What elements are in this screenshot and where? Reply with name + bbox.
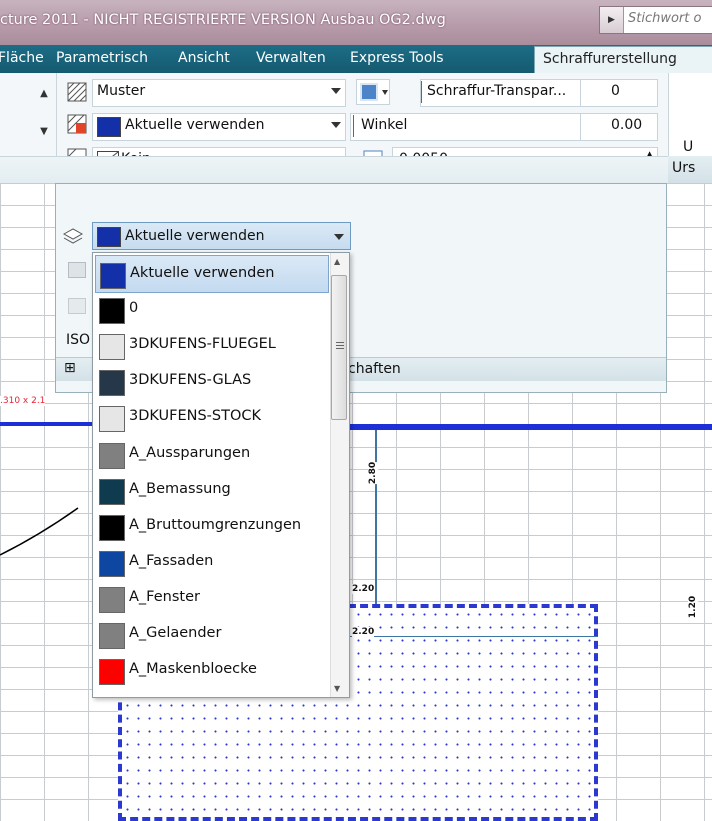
layer-name: 0 bbox=[129, 300, 139, 317]
grip-icon bbox=[336, 342, 344, 343]
layer-list-item[interactable]: A_Bemassung bbox=[95, 472, 327, 508]
tab-schraffurerstellung-label: Schraffurerstellung bbox=[543, 51, 677, 67]
layer-list-item[interactable]: 3DKUFENS-GLAS bbox=[95, 363, 327, 399]
pin-icon[interactable]: ⊞ bbox=[64, 360, 76, 376]
title-bar: cture 2011 - NICHT REGISTRIERTE VERSION … bbox=[0, 0, 712, 45]
chevron-down-icon bbox=[331, 88, 341, 94]
dimension-label: 1.20 bbox=[688, 595, 699, 619]
properties-title: chaften bbox=[348, 361, 401, 377]
hatch-color-label: Aktuelle verwenden bbox=[125, 117, 265, 133]
layer-dropdown-label: Aktuelle verwenden bbox=[125, 228, 265, 244]
panel-text: U bbox=[683, 139, 694, 155]
layer-list-item[interactable]: 0 bbox=[95, 291, 327, 327]
layer-list-item[interactable]: 3DKUFENS-FLUEGEL bbox=[95, 327, 327, 363]
layer-list-item[interactable]: 3DKUFENS-STOCK bbox=[95, 399, 327, 435]
wall-line bbox=[350, 424, 712, 430]
color-swatch bbox=[100, 263, 126, 289]
scroll-up-icon[interactable]: ▲ bbox=[334, 257, 340, 266]
color-swatch bbox=[99, 406, 125, 433]
tab-schraffurerstellung[interactable]: Schraffurerstellung bbox=[534, 46, 712, 74]
help-search-input[interactable]: Stichwort o bbox=[628, 11, 701, 26]
copy-icon[interactable] bbox=[68, 262, 86, 278]
transparency-value-field[interactable]: 0 bbox=[580, 79, 658, 107]
window-title: cture 2011 - NICHT REGISTRIERTE VERSION … bbox=[0, 12, 446, 28]
layer-name: 3DKUFENS-STOCK bbox=[129, 408, 262, 425]
layer-name: A_Maskenbloecke bbox=[129, 661, 257, 678]
grid-icon[interactable] bbox=[68, 298, 86, 314]
angle-label: Winkel bbox=[361, 117, 408, 133]
chevron-down-icon bbox=[334, 234, 344, 240]
layer-dropdown-list[interactable]: Aktuelle verwenden 0 3DKUFENS-FLUEGEL 3DKUF… bbox=[92, 252, 350, 698]
color-swatch bbox=[99, 442, 125, 469]
scroll-down-icon[interactable]: ▼ bbox=[334, 684, 340, 693]
panel-title-bar bbox=[0, 156, 668, 183]
hatch-pattern-icon bbox=[67, 82, 87, 102]
slider-marker bbox=[353, 115, 354, 137]
color-swatch bbox=[99, 370, 125, 397]
chevron-down-icon bbox=[331, 122, 341, 128]
dimension-label: 2.20 bbox=[352, 627, 375, 637]
layer-list-item[interactable]: A_Aussparungen bbox=[95, 436, 327, 472]
layer-name: Aktuelle verwenden bbox=[130, 265, 275, 281]
tab-ansicht[interactable]: Ansicht bbox=[178, 50, 230, 66]
tab-express-tools[interactable]: Express Tools bbox=[350, 50, 444, 66]
tab-verwalten[interactable]: Verwalten bbox=[256, 50, 326, 66]
layer-name: A_Fenster bbox=[129, 588, 200, 605]
layer-list-item[interactable]: A_Fenster bbox=[95, 580, 327, 616]
dimension-label: 2.80 bbox=[368, 461, 379, 485]
transparency-label: Schraffur-Transpar... bbox=[427, 83, 567, 99]
angle-field[interactable]: Winkel bbox=[350, 113, 582, 141]
transparency-icon bbox=[360, 83, 378, 101]
chevron-down-icon bbox=[382, 90, 388, 95]
transparency-value: 0 bbox=[611, 83, 620, 99]
arc-curve bbox=[0, 507, 79, 556]
layer-name: 3DKUFENS-GLAS bbox=[129, 372, 252, 389]
color-swatch bbox=[99, 298, 125, 325]
scroll-down-icon[interactable]: ▼ bbox=[34, 121, 54, 143]
color-swatch bbox=[97, 227, 121, 247]
color-swatch bbox=[99, 659, 125, 686]
transparency-field[interactable]: Schraffur-Transpar... bbox=[420, 79, 582, 107]
layer-list-item[interactable]: A_Bruttoumgrenzungen bbox=[95, 508, 327, 544]
color-swatch bbox=[99, 334, 125, 361]
hatch-type-label: Muster bbox=[97, 83, 146, 99]
color-swatch bbox=[99, 586, 125, 613]
layer-list-item[interactable]: A_Gelaender bbox=[95, 616, 327, 652]
color-swatch bbox=[99, 478, 125, 505]
help-search-box[interactable]: ▶ Stichwort o bbox=[599, 6, 712, 34]
panel-title-bar: Urs bbox=[668, 156, 712, 183]
tab-parametrisch[interactable]: Parametrisch bbox=[56, 50, 148, 66]
tab-flaeche[interactable]: Fläche bbox=[0, 50, 44, 66]
hatch-color-icon bbox=[67, 114, 87, 134]
transparency-type-button[interactable] bbox=[356, 79, 390, 105]
dimension-label: .310 x 2.1 bbox=[0, 396, 46, 406]
scroll-up-icon[interactable]: ▲ bbox=[34, 83, 54, 105]
layer-name: A_Bruttoumgrenzungen bbox=[129, 516, 302, 533]
layer-name: 3DKUFENS-FLUEGEL bbox=[129, 336, 276, 353]
color-swatch bbox=[99, 550, 125, 577]
layer-name: A_Bemassung bbox=[129, 480, 231, 497]
angle-value-field[interactable]: 0.00 bbox=[580, 113, 658, 141]
layer-list-item[interactable]: A_Maskenbloecke bbox=[95, 652, 327, 688]
wall-line bbox=[0, 422, 95, 426]
layer-icon bbox=[62, 228, 84, 244]
color-swatch bbox=[99, 623, 125, 649]
layer-name: A_Fassaden bbox=[129, 552, 214, 569]
panel-title: Urs bbox=[672, 160, 696, 176]
angle-value: 0.00 bbox=[611, 117, 643, 133]
hatch-color-dropdown[interactable]: Aktuelle verwenden bbox=[92, 113, 346, 141]
scrollbar-thumb[interactable] bbox=[331, 275, 347, 420]
layer-name: A_Aussparungen bbox=[129, 444, 251, 461]
layer-list-item[interactable]: A_Fassaden bbox=[95, 544, 327, 580]
layer-name: A_Gelaender bbox=[129, 625, 222, 641]
layer-dropdown[interactable]: Aktuelle verwenden bbox=[92, 222, 351, 250]
slider-marker bbox=[421, 81, 422, 103]
color-swatch bbox=[97, 117, 121, 137]
layer-list-item[interactable]: Aktuelle verwenden bbox=[95, 255, 329, 293]
play-icon[interactable]: ▶ bbox=[600, 7, 624, 33]
dimension-label: 2.20 bbox=[352, 584, 375, 594]
hatch-type-dropdown[interactable]: Muster bbox=[92, 79, 346, 107]
color-swatch bbox=[99, 514, 125, 541]
iso-label: ISO bbox=[66, 332, 91, 348]
